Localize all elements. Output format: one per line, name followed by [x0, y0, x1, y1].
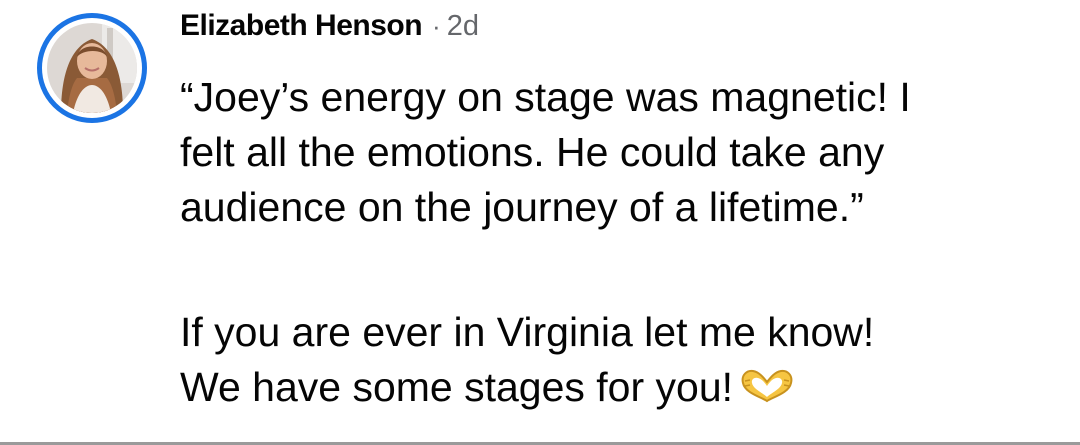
comment-line: If you are ever in Virginia let me know!: [180, 309, 875, 355]
profile-photo: [47, 23, 137, 113]
comment-paragraph: “Joey’s energy on stage was magnetic! I …: [180, 70, 1060, 235]
comment-card: Elizabeth Henson · 2d “Joey’s energy on …: [0, 0, 1080, 445]
avatar[interactable]: [37, 13, 147, 123]
comment-line: “Joey’s energy on stage was magnetic! I: [180, 74, 911, 120]
separator-dot: ·: [432, 10, 441, 41]
comment-line: audience on the journey of a lifetime.”: [180, 184, 864, 230]
comment-body: “Joey’s energy on stage was magnetic! I …: [180, 70, 1060, 415]
comment-line: felt all the emotions. He could take any: [180, 129, 885, 175]
comment-header: Elizabeth Henson · 2d: [180, 6, 479, 46]
heart-hands-emoji-icon: [741, 369, 793, 403]
timestamp[interactable]: 2d: [447, 10, 479, 43]
comment-paragraph: If you are ever in Virginia let me know!…: [180, 305, 1060, 415]
comment-line: We have some stages for you!: [180, 364, 734, 410]
author-name[interactable]: Elizabeth Henson: [180, 9, 423, 43]
